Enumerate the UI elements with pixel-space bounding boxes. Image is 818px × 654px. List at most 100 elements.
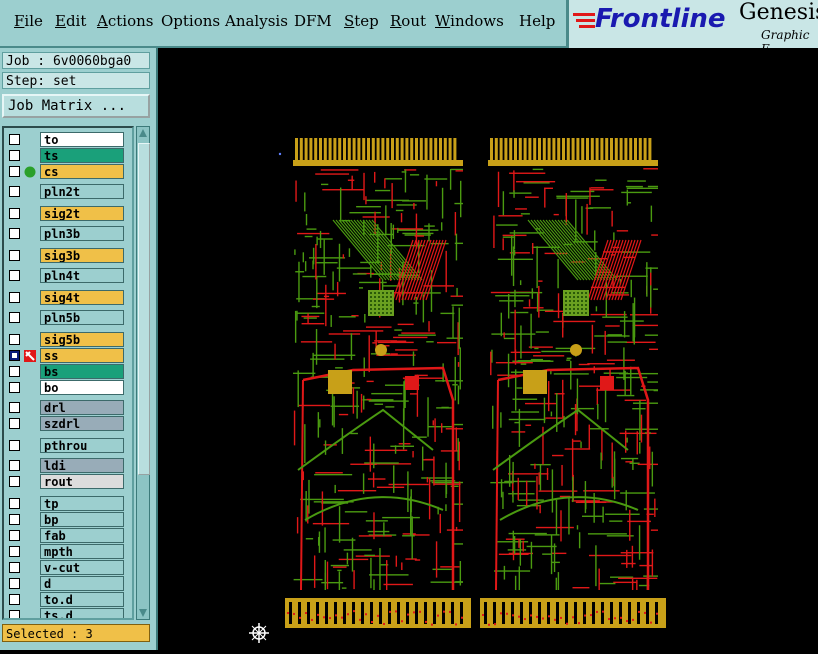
layer-name[interactable]: sig3b [40,248,124,263]
layer-name[interactable]: tp [40,496,124,511]
layer-name[interactable]: to [40,132,124,147]
pcb-drawing [278,138,666,628]
job-matrix-button[interactable]: Job Matrix ... [2,94,150,118]
layer-checkbox[interactable] [9,150,20,161]
layer-checkbox[interactable] [9,476,20,487]
layer-row-ldi[interactable]: ldi [6,458,132,474]
layer-row-pln2t[interactable]: pln2t [6,184,132,200]
layer-name[interactable]: pln5b [40,310,124,325]
menu-help[interactable]: Help [519,12,555,30]
step-label: Step: set [2,72,150,89]
layer-checkbox[interactable] [9,250,20,261]
layer-name[interactable]: v-cut [40,560,124,575]
layer-row-sig3b[interactable]: sig3b [6,248,132,264]
layer-row-pln5b[interactable]: pln5b [6,310,132,326]
layer-checkbox[interactable] [9,350,20,361]
layer-name[interactable]: sig5b [40,332,124,347]
layer-row-to.d[interactable]: to.d [6,592,132,608]
layer-name[interactable]: d [40,576,124,591]
layer-name[interactable]: ts [40,148,124,163]
layer-checkbox[interactable] [9,578,20,589]
layer-checkbox[interactable] [9,514,20,525]
layer-name[interactable]: bo [40,380,124,395]
menu-step[interactable]: Step [344,12,379,30]
layer-name[interactable]: ts.d [40,608,124,618]
layer-row-pthrou[interactable]: pthrou [6,438,132,454]
layer-list-scrollbar[interactable] [136,126,150,620]
menu-edit[interactable]: Edit [55,12,86,30]
layer-name[interactable]: bs [40,364,124,379]
menu-actions[interactable]: Actions [97,12,153,30]
layer-name[interactable]: sig2t [40,206,124,221]
layer-row-bs[interactable]: bs [6,364,132,380]
layer-row-ss[interactable]: ss [6,348,132,364]
layer-checkbox[interactable] [9,270,20,281]
layer-row-ts.d[interactable]: ts.d [6,608,132,618]
menu-options[interactable]: Options [161,12,220,30]
layer-checkbox[interactable] [9,366,20,377]
layer-checkbox[interactable] [9,562,20,573]
layer-name[interactable]: mpth [40,544,124,559]
scroll-thumb[interactable] [138,143,150,475]
layer-checkbox[interactable] [9,166,20,177]
layer-row-pln3b[interactable]: pln3b [6,226,132,242]
layer-row-szdrl[interactable]: szdrl [6,416,132,432]
menu-windows[interactable]: Windows [435,12,504,30]
layer-checkbox[interactable] [9,382,20,393]
layer-name[interactable]: szdrl [40,416,124,431]
layer-name[interactable]: bp [40,512,124,527]
menu-analysis[interactable]: Analysis [225,12,288,30]
layer-checkbox[interactable] [9,312,20,323]
layer-row-bo[interactable]: bo [6,380,132,396]
layer-name[interactable]: ldi [40,458,124,473]
layer-checkbox[interactable] [9,530,20,541]
layer-name[interactable]: drl [40,400,124,415]
affected-layer-icon [24,166,36,178]
layer-row-d[interactable]: d [6,576,132,592]
layer-checkbox[interactable] [9,228,20,239]
layer-row-tp[interactable]: tp [6,496,132,512]
layer-row-v-cut[interactable]: v-cut [6,560,132,576]
layer-checkbox[interactable] [9,460,20,471]
layer-checkbox[interactable] [9,440,20,451]
layer-row-sig2t[interactable]: sig2t [6,206,132,222]
layer-checkbox[interactable] [9,208,20,219]
layer-checkbox[interactable] [9,292,20,303]
layer-row-fab[interactable]: fab [6,528,132,544]
layer-row-rout[interactable]: rout [6,474,132,490]
layer-row-bp[interactable]: bp [6,512,132,528]
layer-row-sig5b[interactable]: sig5b [6,332,132,348]
layer-name[interactable]: ss [40,348,124,363]
layer-name[interactable]: pln2t [40,184,124,199]
menu-rout[interactable]: Rout [390,12,426,30]
layer-checkbox[interactable] [9,498,20,509]
layer-row-pln4t[interactable]: pln4t [6,268,132,284]
layer-row-sig4t[interactable]: sig4t [6,290,132,306]
layer-name[interactable]: fab [40,528,124,543]
layer-checkbox[interactable] [9,594,20,605]
layer-name[interactable]: pln3b [40,226,124,241]
layer-checkbox[interactable] [9,610,20,618]
layer-checkbox[interactable] [9,186,20,197]
menu-file[interactable]: File [14,12,43,30]
layer-row-ts[interactable]: ts [6,148,132,164]
scroll-up-arrow-icon[interactable] [138,128,148,138]
scroll-down-arrow-icon[interactable] [138,608,148,618]
layer-checkbox[interactable] [9,402,20,413]
layer-row-cs[interactable]: cs [6,164,132,180]
pcb-graphic-area[interactable] [158,50,818,650]
layer-checkbox[interactable] [9,134,20,145]
layer-checkbox[interactable] [9,546,20,557]
menu-dfm[interactable]: DFM [294,12,332,30]
layer-name[interactable]: to.d [40,592,124,607]
layer-name[interactable]: sig4t [40,290,124,305]
layer-row-to[interactable]: to [6,132,132,148]
layer-name[interactable]: rout [40,474,124,489]
layer-row-mpth[interactable]: mpth [6,544,132,560]
layer-name[interactable]: pthrou [40,438,124,453]
layer-name[interactable]: cs [40,164,124,179]
layer-name[interactable]: pln4t [40,268,124,283]
layer-row-drl[interactable]: drl [6,400,132,416]
layer-checkbox[interactable] [9,334,20,345]
layer-checkbox[interactable] [9,418,20,429]
